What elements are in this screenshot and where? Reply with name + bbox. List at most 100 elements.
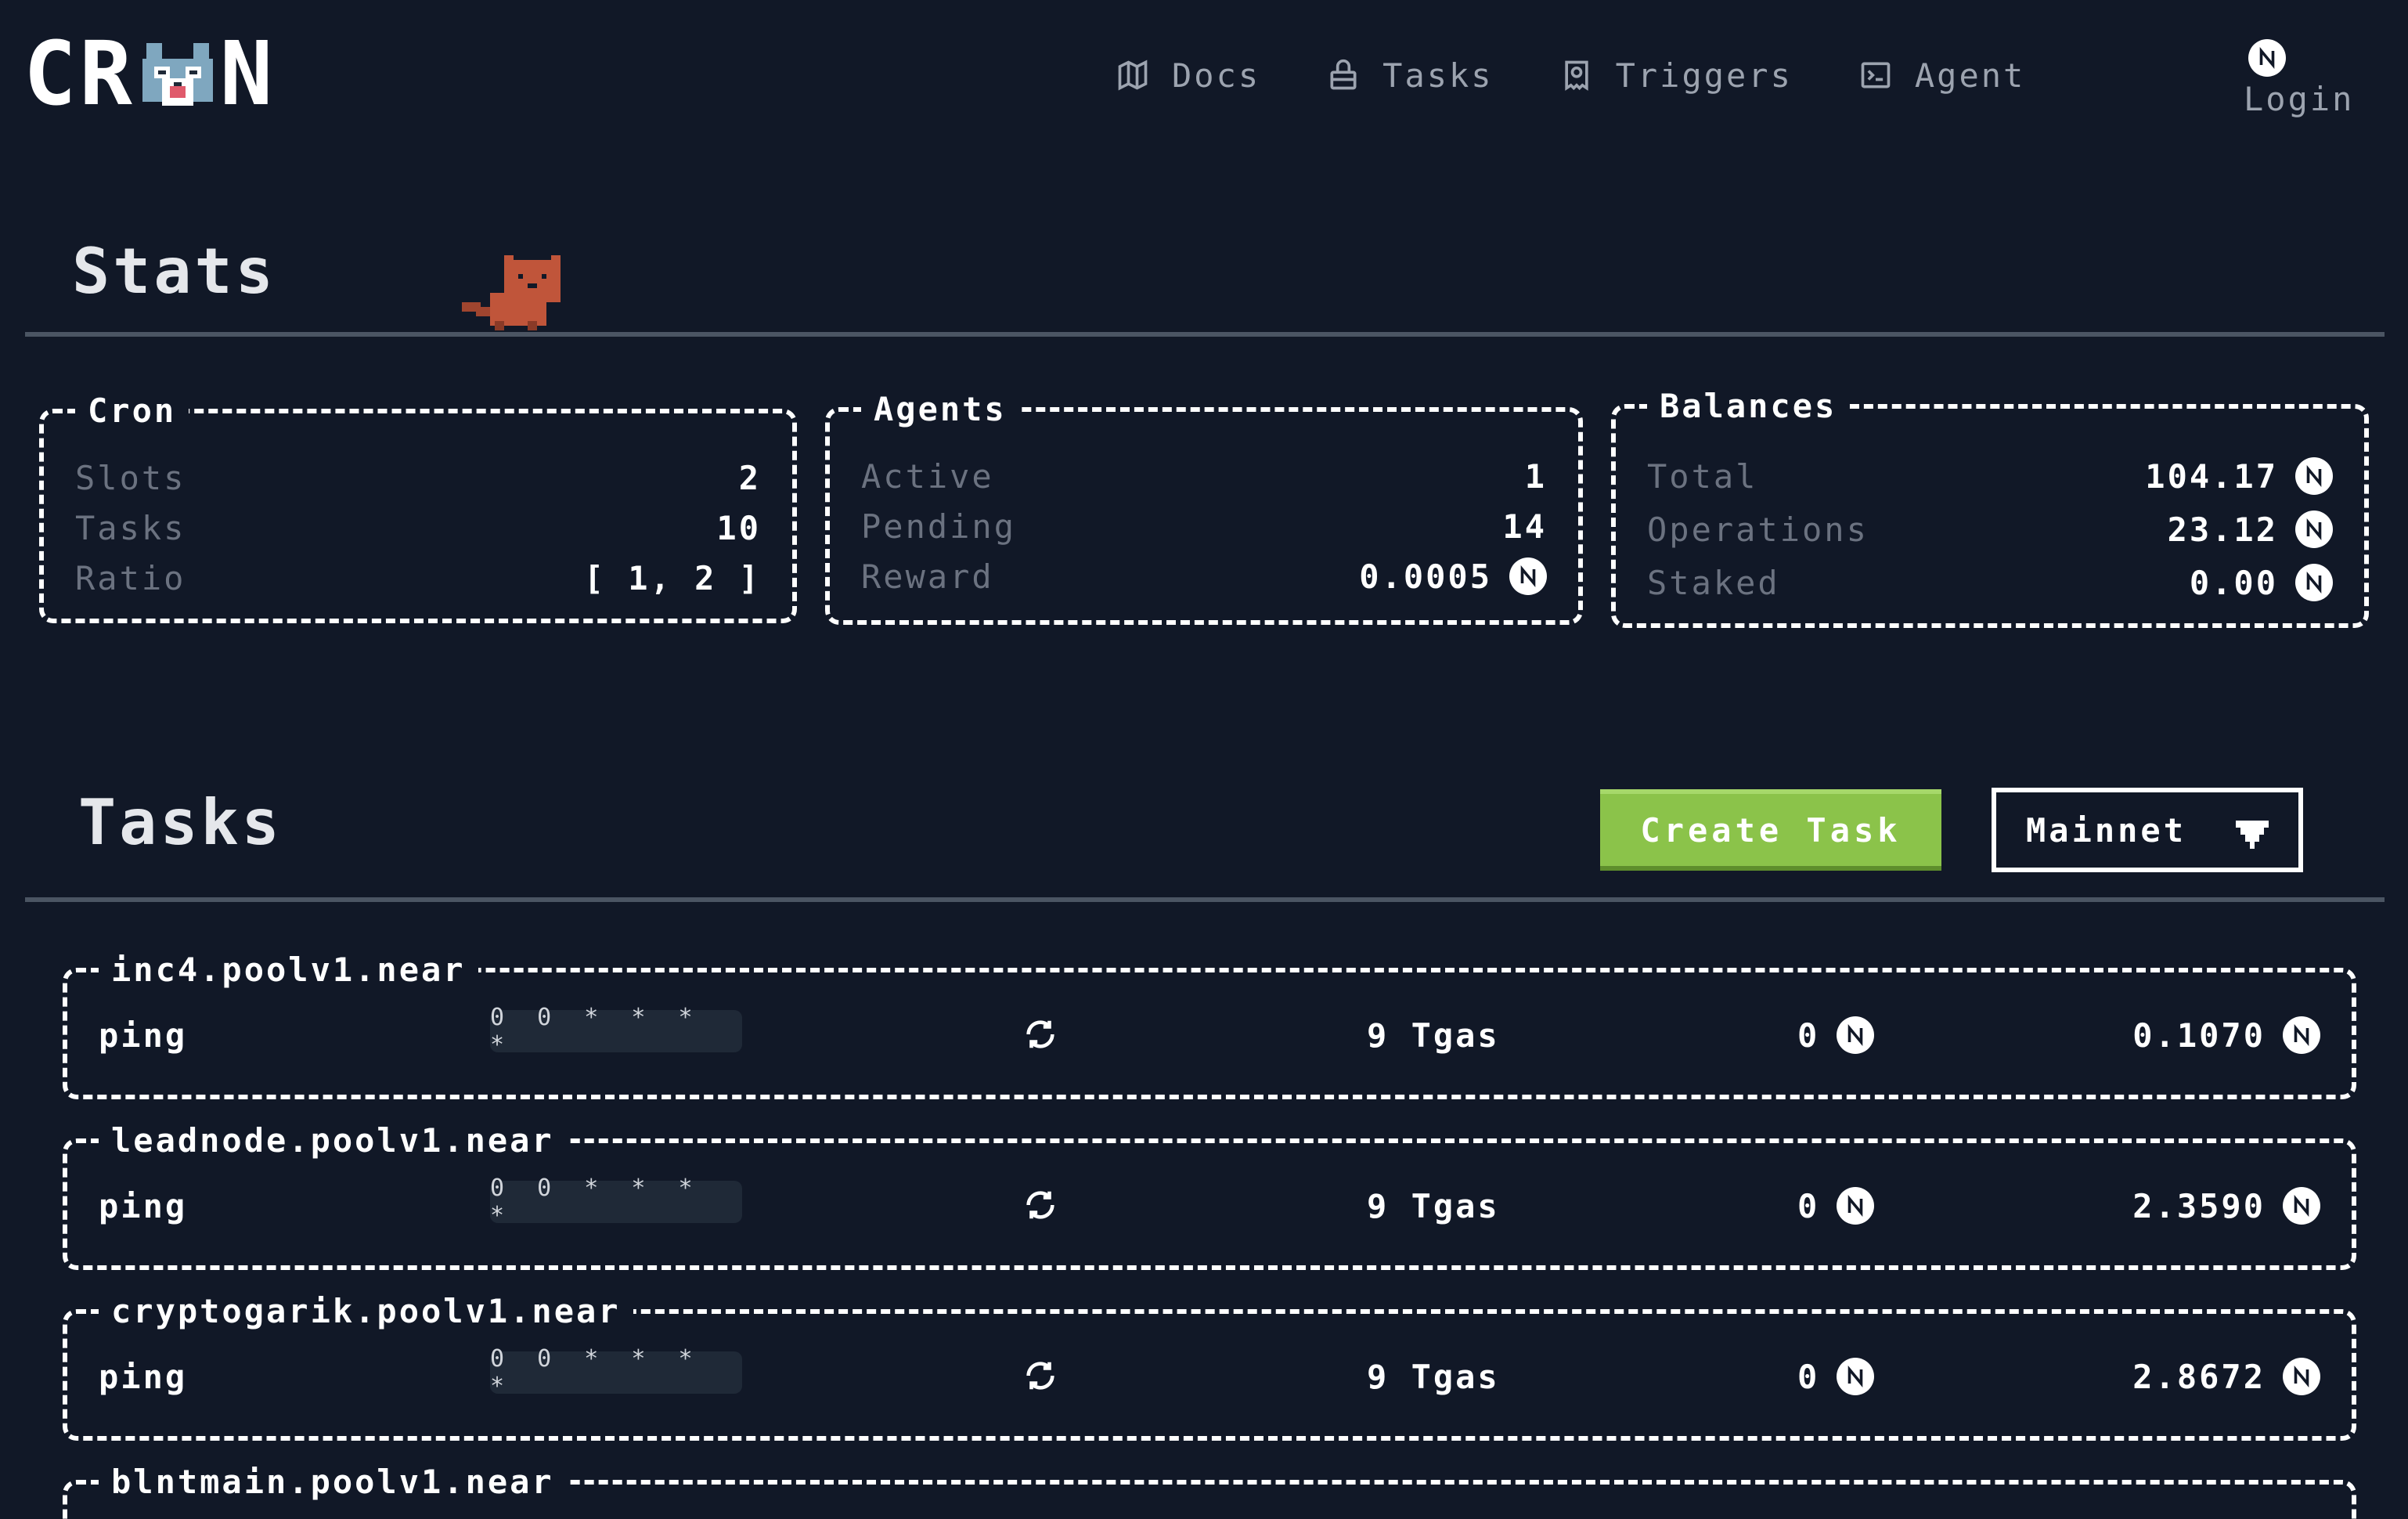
stat-label: Total	[1647, 456, 1758, 496]
stat-staked: Staked 0.00	[1647, 559, 2333, 606]
stat-reward: Reward 0.0005	[861, 553, 1547, 600]
tasks-title: Tasks	[78, 786, 283, 859]
tasks-divider	[25, 897, 2385, 902]
map-icon	[1118, 60, 1148, 91]
near-icon	[2295, 457, 2333, 495]
stat-ratio: Ratio [ 1, 2 ]	[75, 554, 761, 601]
task-card[interactable]: leadnode.poolv1.near ping 0 0 * * * * 9 …	[63, 1120, 2356, 1270]
nav-tasks-label: Tasks	[1382, 56, 1494, 95]
refresh-icon	[1026, 1362, 1054, 1390]
deposit-amount: 0	[1797, 1186, 1820, 1225]
near-icon	[1837, 1016, 1875, 1054]
nav-triggers-label: Triggers	[1615, 56, 1793, 95]
stat-label: Ratio	[75, 558, 186, 597]
terminal-icon	[1861, 62, 1891, 88]
create-task-button[interactable]: Create Task	[1600, 789, 1941, 871]
task-contract: blntmain.poolv1.near	[99, 1461, 567, 1503]
stat-label: Staked	[1647, 563, 1780, 602]
network-select[interactable]: Mainnet	[1992, 788, 2303, 872]
task-function: ping	[99, 1357, 188, 1396]
pixel-cat-icon	[462, 255, 561, 330]
nav-tasks[interactable]: Tasks	[1326, 56, 1493, 95]
near-icon	[2283, 1187, 2320, 1225]
deposit-amount: 0	[1797, 1016, 1820, 1055]
task-contract: inc4.poolv1.near	[99, 949, 478, 991]
stat-label: Tasks	[75, 508, 186, 547]
balances-legend: Balances	[1647, 385, 1850, 428]
balances-stats-box: Balances Total 104.17 Operations 23.12 S…	[1611, 385, 2369, 628]
login-label: Login	[2244, 80, 2355, 118]
receipt-icon	[1564, 60, 1588, 91]
total-amount: 104.17	[2145, 456, 2278, 496]
stat-total: Total 104.17	[1647, 453, 2333, 500]
stat-value-reward: 0.0005	[1359, 557, 1547, 596]
task-deposit: 0	[1797, 1016, 1875, 1055]
operations-amount: 23.12	[2167, 510, 2278, 549]
near-icon	[2283, 1358, 2320, 1395]
near-icon	[1837, 1187, 1875, 1225]
stat-label: Pending	[861, 507, 1017, 546]
task-contract: leadnode.poolv1.near	[99, 1120, 567, 1162]
nav-agent[interactable]: Agent	[1858, 56, 2025, 95]
task-card[interactable]: cryptogarik.poolv1.near ping 0 0 * * * *…	[63, 1290, 2356, 1441]
task-gas: 9 Tgas	[1367, 1186, 1500, 1225]
task-gas: 9 Tgas	[1367, 1357, 1500, 1396]
stat-slots: Slots 2	[75, 454, 761, 501]
agents-legend: Agents	[861, 388, 1019, 431]
task-row: ping 0 0 * * * * 9 Tgas 0 2.3590	[99, 1174, 2320, 1229]
task-card[interactable]: inc4.poolv1.near ping 0 0 * * * * 9 Tgas…	[63, 949, 2356, 1099]
logo-text-left: CR	[23, 23, 135, 125]
task-cadence: 0 0 * * * *	[490, 1004, 742, 1059]
stat-label: Reward	[861, 557, 994, 596]
near-icon	[2283, 1016, 2320, 1054]
stat-value: 2	[738, 458, 761, 497]
near-icon	[2295, 564, 2333, 601]
deposit-amount: 0	[1797, 1357, 1820, 1396]
stat-operations: Operations 23.12	[1647, 506, 2333, 553]
nav-docs[interactable]: Docs	[1116, 56, 1260, 95]
near-icon	[2248, 39, 2286, 77]
task-balance: 2.3590	[2132, 1187, 2320, 1225]
near-icon	[1509, 557, 1547, 595]
task-row: ping 0 0 * * * * 9 Tgas 0 2.8672	[99, 1345, 2320, 1400]
stat-label: Slots	[75, 458, 186, 497]
task-balance: 2.8672	[2132, 1358, 2320, 1396]
stat-active: Active 1	[861, 453, 1547, 500]
cron-stats-box: Cron Slots 2 Tasks 10 Ratio [ 1, 2 ]	[39, 390, 797, 623]
stat-tasks: Tasks 10	[75, 504, 761, 551]
near-icon	[2295, 511, 2333, 548]
stat-value: [ 1, 2 ]	[583, 558, 761, 597]
stat-value: 1	[1524, 456, 1547, 496]
task-row: ping 0 0 * * * * 9 Tgas 0 0.1070	[99, 1004, 2320, 1059]
stat-label: Operations	[1647, 510, 1869, 549]
stat-value-staked: 0.00	[2190, 564, 2333, 602]
balance-amount: 0.1070	[2132, 1016, 2266, 1055]
agents-stats-box: Agents Active 1 Pending 14 Reward 0.0005	[825, 388, 1583, 625]
task-deposit: 0	[1797, 1357, 1875, 1396]
task-function: ping	[99, 1186, 188, 1225]
refresh-icon	[1026, 1020, 1054, 1048]
balance-amount: 2.3590	[2132, 1186, 2266, 1225]
task-function: ping	[99, 1016, 188, 1055]
stat-value-operations: 23.12	[2168, 511, 2333, 549]
stat-pending: Pending 14	[861, 503, 1547, 550]
near-icon	[1837, 1358, 1875, 1395]
top-nav: Docs Tasks Triggers Agent	[1116, 52, 2091, 99]
task-cadence: 0 0 * * * *	[490, 1345, 742, 1400]
basket-icon	[1330, 59, 1357, 90]
task-balance: 0.1070	[2132, 1016, 2320, 1055]
stat-value-total: 104.17	[2145, 457, 2333, 496]
stats-title: Stats	[72, 235, 276, 308]
task-contract: cryptogarik.poolv1.near	[99, 1290, 633, 1333]
login-button[interactable]: Login	[2244, 39, 2354, 118]
task-cadence: 0 0 * * * *	[490, 1174, 742, 1229]
stat-value: 14	[1502, 507, 1547, 546]
staked-amount: 0.00	[2189, 563, 2278, 602]
cron-legend: Cron	[75, 390, 189, 432]
nav-triggers[interactable]: Triggers	[1559, 56, 1793, 95]
reward-amount: 0.0005	[1359, 557, 1492, 596]
refresh-icon	[1026, 1191, 1054, 1219]
cron-logo[interactable]: CR N	[23, 23, 276, 125]
balance-amount: 2.8672	[2132, 1357, 2266, 1396]
task-card[interactable]: blntmain.poolv1.near	[63, 1461, 2356, 1519]
